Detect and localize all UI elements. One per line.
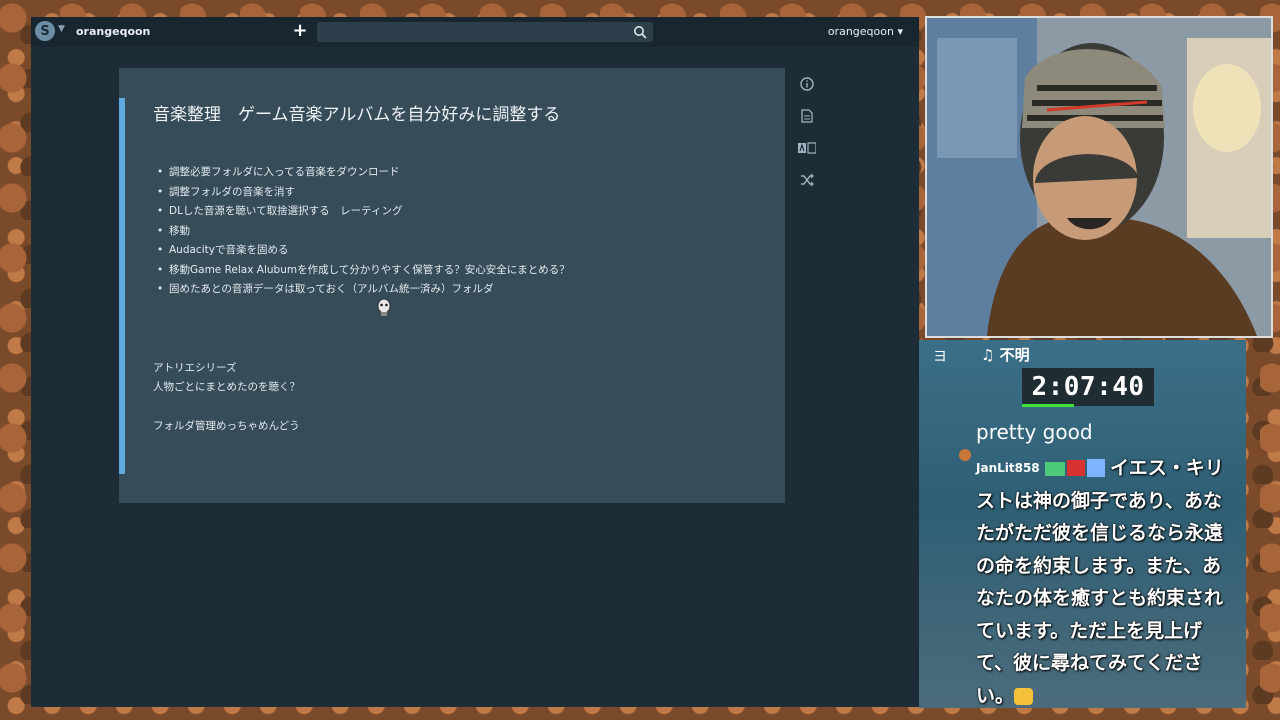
stream-timer: 2:07:40 [1022, 368, 1154, 406]
chat-message: イエス・キリストは神の御子であり、あなたがただ彼を信じるなら永遠の命を約束します… [976, 452, 1238, 708]
info-icon[interactable] [798, 75, 816, 93]
new-note-plus-icon[interactable]: + [291, 20, 309, 41]
list-item[interactable]: 調整必要フォルダに入ってる音楽をダウンロード [157, 163, 570, 183]
chat-message: pretty good [976, 420, 1093, 444]
workspace-name[interactable]: orangeqoon [76, 25, 150, 38]
workspace-chevron-down-icon[interactable]: ▼ [58, 24, 65, 34]
list-item[interactable]: 調整フォルダの音楽を消す [157, 183, 570, 203]
shuffle-icon[interactable] [798, 171, 816, 189]
list-item[interactable]: DLした音源を聴いて取捨選択する レーティング [157, 202, 570, 222]
user-menu[interactable]: orangeqoon ▾ [828, 25, 903, 38]
webcam-feed [925, 16, 1273, 338]
search-input[interactable] [317, 22, 653, 42]
now-playing-label: ヨ [933, 349, 947, 365]
now-playing-text: ♫ 不明 [981, 346, 1030, 364]
document-icon[interactable] [798, 107, 816, 125]
chat-emote-icon [1014, 687, 1034, 705]
search-icon[interactable] [633, 25, 647, 39]
note-app-window: S ▼ orangeqoon + orangeqoon ▾ 音楽整理 ゲーム音楽… [31, 17, 919, 707]
side-toolbar [798, 75, 818, 203]
stream-chat-overlay: ヨ ♫ 不明 2:07:40 pretty good JanLit858 イエス… [919, 340, 1246, 708]
list-item[interactable]: 移動Game Relax Alubumを作成して分かりやすく保管する？安心安全に… [157, 261, 570, 281]
note-bullet-list: 調整必要フォルダに入ってる音楽をダウンロード 調整フォルダの音楽を消す DLした… [157, 163, 570, 300]
mouse-cursor-icon [377, 298, 391, 316]
chat-message-text: イエス・キリストは神の御子であり、あなたがただ彼を信じるなら永遠の命を約束します… [976, 457, 1224, 707]
note-paragraph[interactable]: 人物ごとにまとめたのを聴く？ [153, 379, 300, 394]
chat-user-badge-icon [959, 449, 971, 461]
timer-progress-bar [1022, 404, 1074, 407]
note-title[interactable]: 音楽整理 ゲーム音楽アルバムを自分好みに調整する [153, 100, 560, 125]
translate-icon[interactable] [798, 139, 816, 157]
list-item[interactable]: Audacityで音楽を固める [157, 241, 570, 261]
user-chevron-down-icon: ▾ [897, 25, 903, 38]
list-item[interactable]: 固めたあとの音源データは取っておく（アルバム統一済み）フォルダ [157, 280, 570, 300]
top-bar: S ▼ orangeqoon + orangeqoon ▾ [31, 17, 919, 47]
note-accent-bar [119, 98, 125, 474]
note-paragraph[interactable]: フォルダ管理めっちゃめんどう [153, 418, 300, 433]
note-card: 音楽整理 ゲーム音楽アルバムを自分好みに調整する 調整必要フォルダに入ってる音楽… [119, 68, 785, 503]
webcam-person-image [927, 18, 1271, 336]
user-name: orangeqoon [827, 25, 894, 38]
list-item[interactable]: 移動 [157, 222, 570, 242]
note-paragraph[interactable]: アトリエシリーズ [153, 360, 236, 375]
app-logo-icon[interactable]: S [35, 21, 55, 41]
